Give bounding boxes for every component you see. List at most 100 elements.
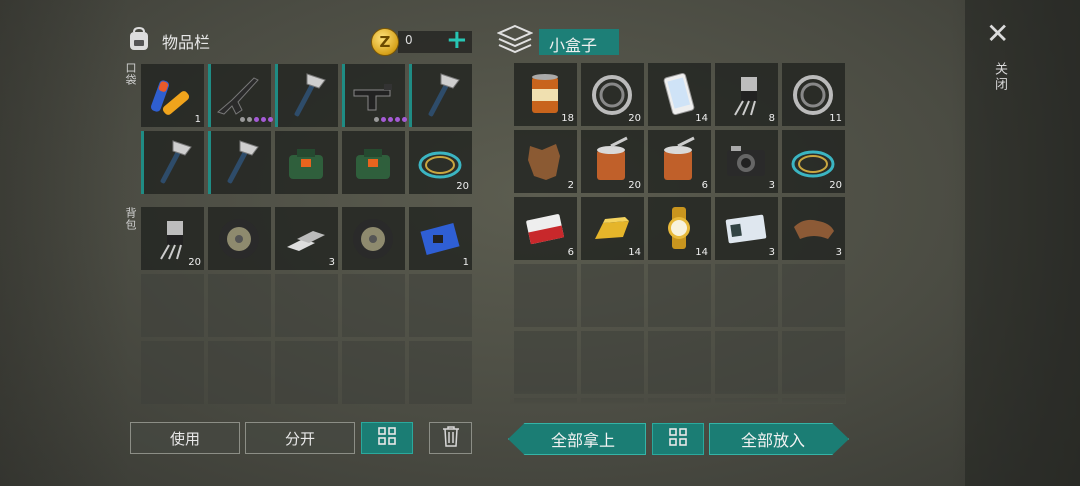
slot-leather[interactable]: 3 — [782, 197, 845, 260]
empty-slot[interactable] — [514, 264, 577, 327]
slot-gold-bar[interactable]: 14 — [581, 197, 644, 260]
side-strip — [965, 0, 1080, 486]
box-title: 小盒子 — [539, 29, 619, 55]
item-quantity: 8 — [768, 113, 775, 124]
durability-bar — [141, 131, 144, 194]
empty-slot[interactable] — [409, 341, 472, 404]
item-quantity: 14 — [695, 113, 708, 124]
slot-assault-rifle[interactable] — [208, 64, 273, 127]
coin-count: 0 — [405, 33, 413, 47]
empty-slot[interactable] — [648, 331, 711, 394]
slot-open-can[interactable]: 20 — [581, 130, 644, 193]
empty-slot[interactable] — [275, 274, 338, 337]
item-quantity: 3 — [835, 247, 842, 258]
slot-medkit-bag[interactable] — [342, 131, 405, 194]
empty-slot[interactable] — [581, 264, 644, 327]
slot-hatchet[interactable] — [141, 131, 204, 194]
use-button[interactable]: 使用 — [130, 422, 240, 454]
empty-slot[interactable] — [514, 331, 577, 394]
empty-slot[interactable] — [715, 331, 778, 394]
slot-bearing[interactable]: 11 — [782, 63, 845, 126]
box-header: 小盒子 — [496, 24, 619, 60]
rarity-dots — [240, 117, 273, 122]
empty-slot[interactable] — [275, 341, 338, 404]
item-quantity: 3 — [768, 247, 775, 258]
slot-hatchet[interactable] — [409, 64, 472, 127]
close-label[interactable]: 关闭 — [990, 62, 1009, 92]
empty-slot[interactable] — [208, 341, 271, 404]
durability-bar — [208, 131, 211, 194]
item-quantity: 14 — [695, 247, 708, 258]
slot-open-can[interactable]: 6 — [648, 130, 711, 193]
add-coins-button[interactable]: + — [446, 26, 468, 54]
item-quantity: 6 — [701, 180, 708, 191]
empty-slot[interactable] — [141, 274, 204, 337]
slot-smg[interactable] — [342, 64, 407, 127]
durability-bar — [342, 64, 345, 127]
box-stack-icon — [496, 24, 534, 60]
empty-slot[interactable] — [409, 274, 472, 337]
box-grid: 18 20 14 8 11 2 20 6 3 20 6 14 14 3 3 — [514, 63, 845, 403]
backpack-grid: 20 3 1 — [141, 207, 472, 404]
trash-icon — [442, 425, 460, 451]
slot-animal-hide[interactable]: 2 — [514, 130, 577, 193]
sort-inventory-button[interactable] — [361, 422, 413, 454]
durability-bar — [409, 64, 412, 127]
split-button[interactable]: 分开 — [245, 422, 355, 454]
item-quantity: 6 — [567, 247, 574, 258]
item-quantity: 3 — [328, 257, 335, 268]
delete-button[interactable] — [429, 422, 472, 454]
empty-slot[interactable] — [342, 274, 405, 337]
item-quantity: 20 — [188, 257, 201, 268]
slot-cigarettes[interactable]: 6 — [514, 197, 577, 260]
slot-wheel[interactable] — [342, 207, 405, 270]
slot-gold-watch[interactable]: 14 — [648, 197, 711, 260]
item-quantity: 20 — [829, 180, 842, 191]
item-quantity: 20 — [628, 113, 641, 124]
item-quantity: 14 — [628, 247, 641, 258]
slot-metal-bars[interactable]: 3 — [275, 207, 338, 270]
item-quantity: 1 — [462, 257, 469, 268]
empty-slot[interactable] — [782, 331, 845, 394]
close-icon[interactable]: ✕ — [986, 20, 1009, 48]
empty-slot[interactable] — [715, 264, 778, 327]
put-all-button[interactable]: 全部放入 — [709, 423, 849, 455]
empty-slot[interactable] — [782, 264, 845, 327]
item-quantity: 1 — [194, 114, 201, 125]
slot-wheel[interactable] — [208, 207, 271, 270]
slot-medkit-bag[interactable] — [275, 131, 338, 194]
backpack-label: 背包 — [124, 207, 137, 231]
put-all-label: 全部放入 — [740, 431, 805, 450]
item-quantity: 11 — [829, 113, 842, 124]
grid-sort-icon — [668, 427, 688, 451]
durability-bar — [275, 64, 278, 127]
slot-circuit-board[interactable]: 1 — [409, 207, 472, 270]
slot-transistor[interactable]: 8 — [715, 63, 778, 126]
slot-wire-coil[interactable]: 20 — [409, 131, 472, 194]
slot-camera[interactable]: 3 — [715, 130, 778, 193]
take-all-label: 全部拿上 — [550, 431, 615, 450]
slot-food-can[interactable]: 18 — [514, 63, 577, 126]
pocket-grid: 1 20 — [141, 64, 472, 194]
slot-id-card[interactable]: 3 — [715, 197, 778, 260]
slot-transistor[interactable]: 20 — [141, 207, 204, 270]
slot-hatchet[interactable] — [275, 64, 338, 127]
slot-batteries[interactable]: 1 — [141, 64, 204, 127]
item-quantity: 2 — [567, 180, 574, 191]
slot-hatchet[interactable] — [208, 131, 271, 194]
slot-bearing[interactable]: 20 — [581, 63, 644, 126]
rarity-dots — [374, 117, 407, 122]
slot-smartphone[interactable]: 14 — [648, 63, 711, 126]
backpack-icon — [126, 26, 152, 56]
empty-slot[interactable] — [342, 341, 405, 404]
take-all-button[interactable]: 全部拿上 — [508, 423, 646, 455]
slot-wire-coil[interactable]: 20 — [782, 130, 845, 193]
scroll-fade — [510, 390, 846, 404]
inventory-title: 物品栏 — [162, 33, 211, 52]
empty-slot[interactable] — [208, 274, 271, 337]
empty-slot[interactable] — [648, 264, 711, 327]
item-quantity: 18 — [561, 113, 574, 124]
sort-box-button[interactable] — [652, 423, 704, 455]
empty-slot[interactable] — [581, 331, 644, 394]
empty-slot[interactable] — [141, 341, 204, 404]
